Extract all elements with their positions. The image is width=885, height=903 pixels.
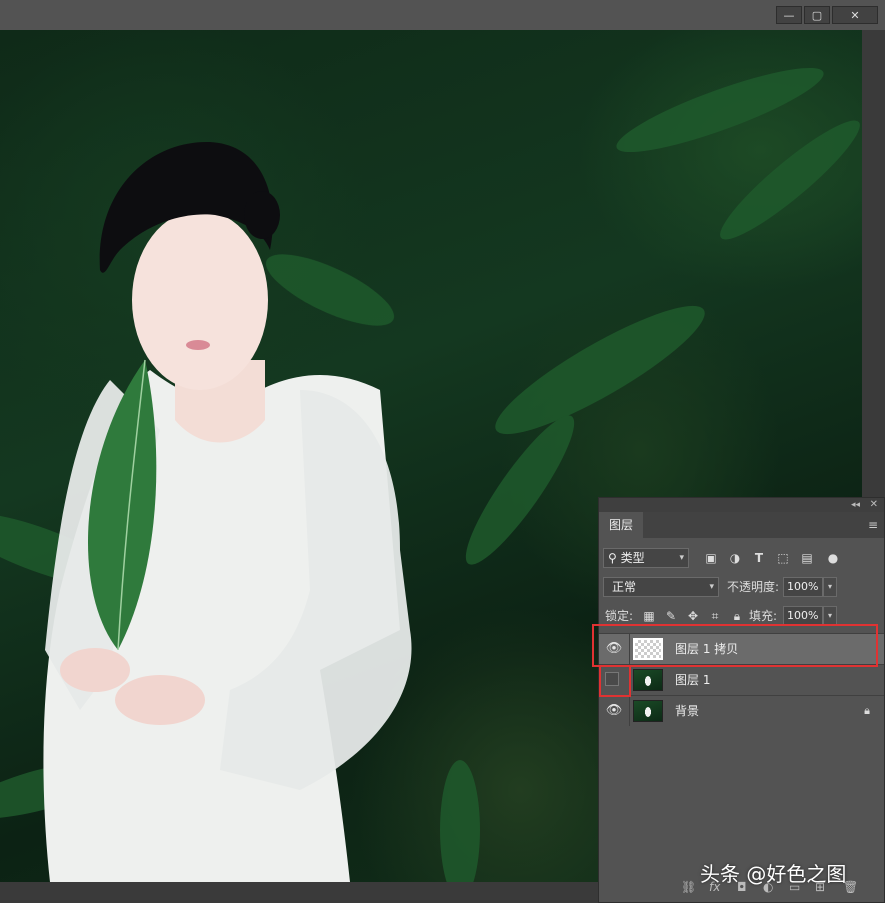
toggle-filter-icon[interactable]: ● [825,548,841,568]
link-icon[interactable]: ⛓ [681,880,696,894]
panel-header: ◂◂ ✕ [599,498,884,512]
panel-menu-icon[interactable]: ≡ [868,518,878,532]
lock-label: 锁定: [605,609,634,623]
layer-name: 图层 1 [675,673,711,687]
layer-thumbnail [633,638,663,660]
shape-filter-icon[interactable]: ⬚ [775,548,791,568]
chevron-down-icon: ▾ [679,553,684,563]
watermark: 头条 @好色之图 [700,862,847,886]
collapse-panel-icon[interactable]: ◂◂ [851,498,860,512]
opacity-input[interactable]: 100% [783,577,823,597]
type-filter-icon[interactable]: T [751,548,767,568]
visibility-off-icon[interactable] [605,672,619,686]
divider [629,665,630,695]
blend-mode-value: 正常 [612,580,637,594]
visibility-eye-icon[interactable]: 👁︎ [603,639,625,659]
filter-kind-value: 类型 [620,551,645,565]
lock-image-icon[interactable]: ✎ [663,606,679,626]
filter-row: ⚲ 类型 ▾ ▣ ◑ T ⬚ ▤ ● [599,548,884,570]
fill-input[interactable]: 100% [783,606,823,626]
close-panel-icon[interactable]: ✕ [870,498,878,512]
layer-name: 图层 1 拷贝 [675,642,739,656]
close-button[interactable]: ✕ [832,6,878,24]
minimize-button[interactable]: — [776,6,802,24]
layer-name: 背景 [675,704,700,718]
lock-all-icon[interactable]: 🔒︎ [729,606,745,626]
adjustment-filter-icon[interactable]: ◑ [727,548,743,568]
search-icon: ⚲ [608,551,617,565]
layer-thumbnail [633,700,663,722]
lock-artboard-icon[interactable]: ⌗ [707,606,723,626]
layer-row[interactable]: 图层 1 [599,664,884,695]
blend-row: 正常 ▾ 不透明度: 100% ▾ [599,577,884,599]
opacity-dropdown-button[interactable]: ▾ [823,577,837,597]
panel-tabbar: 图层 ≡ [599,512,884,538]
blend-mode-select[interactable]: 正常 ▾ [603,577,719,597]
chevron-down-icon: ▾ [709,582,714,592]
visibility-eye-icon[interactable]: 👁︎ [603,701,625,721]
maximize-button[interactable]: ▢ [804,6,830,24]
lock-position-icon[interactable]: ✥ [685,606,701,626]
image-filter-icon[interactable]: ▣ [703,548,719,568]
lock-row: 锁定: ▦ ✎ ✥ ⌗ 🔒︎ 填充: 100% ▾ [599,606,884,628]
filter-kind-select[interactable]: ⚲ 类型 ▾ [603,548,689,568]
layer-thumbnail [633,669,663,691]
window-titlebar: — ▢ ✕ [0,0,885,31]
layer-row[interactable]: 👁︎ 背景 🔒︎ [599,695,884,726]
lock-transparent-icon[interactable]: ▦ [641,606,657,626]
layer-row[interactable]: 👁︎ 图层 1 拷贝 [599,633,884,664]
divider [629,696,630,726]
layers-panel: ◂◂ ✕ 图层 ≡ ⚲ 类型 ▾ ▣ ◑ T ⬚ ▤ ● 正常 ▾ 不透明度: … [598,497,885,903]
tab-layers[interactable]: 图层 [599,512,644,538]
fill-label: 填充: [749,609,778,623]
opacity-label: 不透明度: [727,580,780,594]
fill-dropdown-button[interactable]: ▾ [823,606,837,626]
smart-object-filter-icon[interactable]: ▤ [799,548,815,568]
divider [629,634,630,664]
layer-lock-icon: 🔒︎ [864,704,870,717]
